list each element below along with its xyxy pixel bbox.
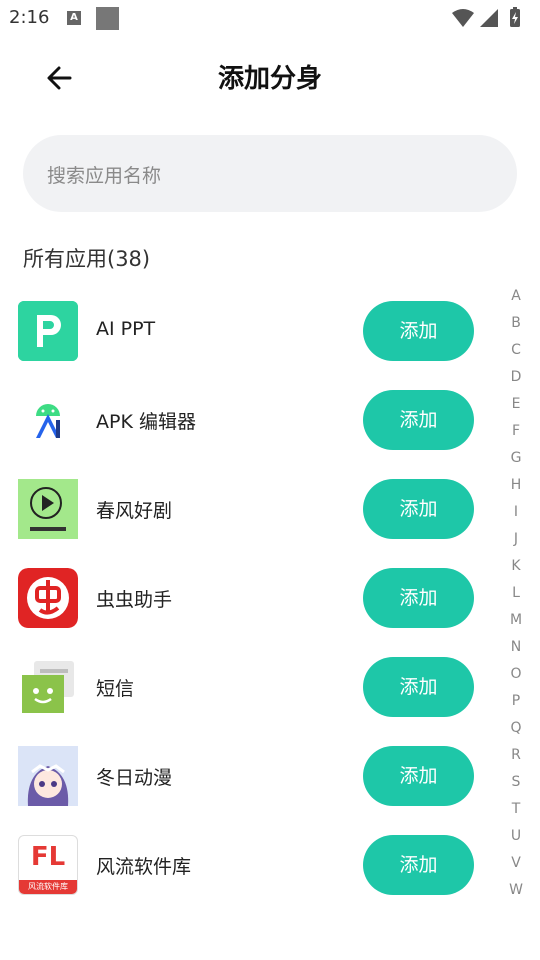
list-item: FL 风流软件库 风流软件库 添加 (0, 835, 490, 924)
alphabet-letter[interactable]: I (506, 502, 526, 529)
sms-icon (18, 657, 78, 717)
alphabet-letter[interactable]: J (506, 529, 526, 556)
winter-anime-icon (18, 746, 78, 806)
list-item: 短信 添加 (0, 657, 490, 746)
search-placeholder: 搜索应用名称 (47, 165, 162, 187)
app-name: AI PPT (96, 318, 156, 340)
app-name: 虫虫助手 (96, 589, 173, 611)
alphabet-letter[interactable]: A (506, 286, 526, 313)
app-name: 春风好剧 (96, 500, 173, 522)
status-time: 2:16 (9, 7, 50, 28)
notification-a-icon: A (67, 11, 81, 25)
signal-icon (480, 9, 498, 27)
alphabet-index[interactable]: ABCDEFGHIJKLMNOPQRSTUVW (506, 286, 526, 907)
wifi-icon (452, 9, 474, 27)
alphabet-letter[interactable]: P (506, 691, 526, 718)
add-button[interactable]: 添加 (363, 390, 474, 450)
list-item: AI PPT 添加 (0, 301, 490, 390)
add-button[interactable]: 添加 (363, 568, 474, 628)
notification-square-icon (96, 7, 119, 30)
add-button[interactable]: 添加 (363, 746, 474, 806)
list-item: 春风好剧 添加 (0, 479, 490, 568)
alphabet-letter[interactable]: H (506, 475, 526, 502)
search-input[interactable]: 搜索应用名称 (23, 135, 517, 212)
list-item: APK 编辑器 添加 (0, 390, 490, 479)
add-button[interactable]: 添加 (363, 479, 474, 539)
add-button[interactable]: 添加 (363, 657, 474, 717)
alphabet-letter[interactable]: W (506, 880, 526, 907)
alphabet-letter[interactable]: Q (506, 718, 526, 745)
alphabet-letter[interactable]: S (506, 772, 526, 799)
alphabet-letter[interactable]: F (506, 421, 526, 448)
alphabet-letter[interactable]: N (506, 637, 526, 664)
alphabet-letter[interactable]: U (506, 826, 526, 853)
app-name: APK 编辑器 (96, 411, 196, 433)
alphabet-letter[interactable]: T (506, 799, 526, 826)
alphabet-letter[interactable]: G (506, 448, 526, 475)
add-button[interactable]: 添加 (363, 301, 474, 361)
alphabet-letter[interactable]: K (506, 556, 526, 583)
app-name: 风流软件库 (96, 856, 192, 878)
alphabet-letter[interactable]: C (506, 340, 526, 367)
alphabet-letter[interactable]: R (506, 745, 526, 772)
alphabet-letter[interactable]: B (506, 313, 526, 340)
add-button[interactable]: 添加 (363, 835, 474, 895)
app-name: 冬日动漫 (96, 767, 173, 789)
list-item: 虫虫助手 添加 (0, 568, 490, 657)
pptx-p-icon (18, 301, 78, 361)
page-title: 添加分身 (217, 64, 322, 94)
status-icons (452, 7, 520, 27)
alphabet-letter[interactable]: E (506, 394, 526, 421)
section-label-all-apps: 所有应用(38) (23, 247, 151, 271)
status-bar: 2:16 A (0, 0, 540, 36)
alphabet-letter[interactable]: O (506, 664, 526, 691)
alphabet-letter[interactable]: L (506, 583, 526, 610)
fl-library-icon: FL 风流软件库 (18, 835, 78, 895)
alphabet-letter[interactable]: V (506, 853, 526, 880)
alphabet-letter[interactable]: M (506, 610, 526, 637)
alphabet-letter[interactable]: D (506, 367, 526, 394)
list-item: 冬日动漫 添加 (0, 746, 490, 835)
android-apk-editor-icon (18, 390, 78, 450)
app-name: 短信 (96, 678, 135, 700)
play-circle-icon (18, 479, 78, 539)
chongchong-icon (18, 568, 78, 628)
